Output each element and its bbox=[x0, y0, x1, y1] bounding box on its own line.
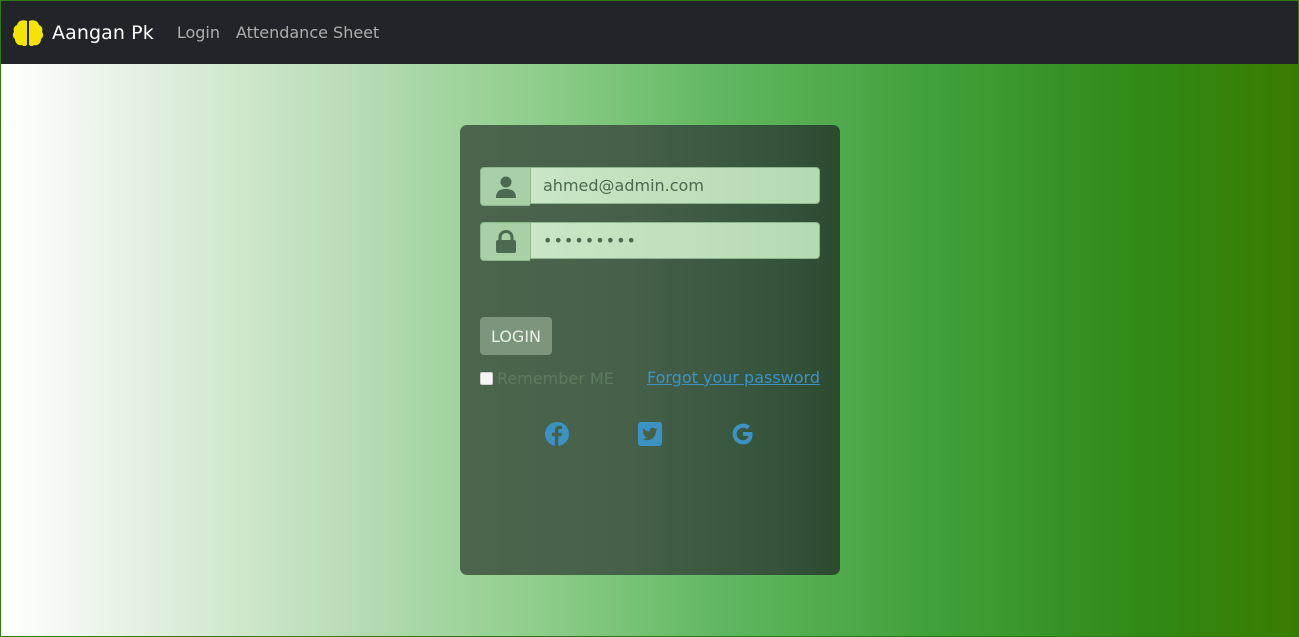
login-button[interactable]: LOGIN bbox=[480, 317, 552, 355]
twitter-icon bbox=[638, 422, 662, 446]
remember-me-checkbox[interactable] bbox=[480, 372, 493, 385]
email-field[interactable]: ahmed@admin.com bbox=[530, 167, 820, 204]
forgot-password-link[interactable]: Forgot your password bbox=[647, 368, 820, 387]
nav-attendance-sheet-link[interactable]: Attendance Sheet bbox=[236, 23, 379, 42]
brand-name: Aangan Pk bbox=[52, 21, 154, 44]
user-icon-addon bbox=[480, 167, 530, 206]
google-button[interactable] bbox=[730, 421, 756, 447]
brain-icon bbox=[12, 19, 44, 46]
remember-me-label[interactable]: Remember ME bbox=[497, 369, 614, 388]
lock-icon bbox=[495, 229, 516, 253]
user-icon bbox=[495, 176, 516, 198]
lock-icon-addon bbox=[480, 222, 530, 261]
facebook-button[interactable] bbox=[544, 421, 570, 447]
navbar: Aangan Pk Login Attendance Sheet bbox=[1, 1, 1298, 64]
google-icon bbox=[732, 423, 753, 445]
login-card: ahmed@admin.com ••••••••• LOGIN Remember… bbox=[460, 125, 840, 575]
password-field[interactable]: ••••••••• bbox=[530, 222, 820, 259]
twitter-button[interactable] bbox=[637, 421, 663, 447]
password-input-group: ••••••••• bbox=[480, 222, 820, 261]
nav-login-link[interactable]: Login bbox=[177, 23, 220, 42]
page: Aangan Pk Login Attendance Sheet ahmed@a… bbox=[0, 0, 1299, 637]
email-input-group: ahmed@admin.com bbox=[480, 167, 820, 206]
hero-background: ahmed@admin.com ••••••••• LOGIN Remember… bbox=[1, 64, 1298, 636]
facebook-icon bbox=[545, 422, 569, 446]
remember-me: Remember ME bbox=[480, 369, 614, 388]
brand-link[interactable]: Aangan Pk bbox=[12, 17, 154, 49]
